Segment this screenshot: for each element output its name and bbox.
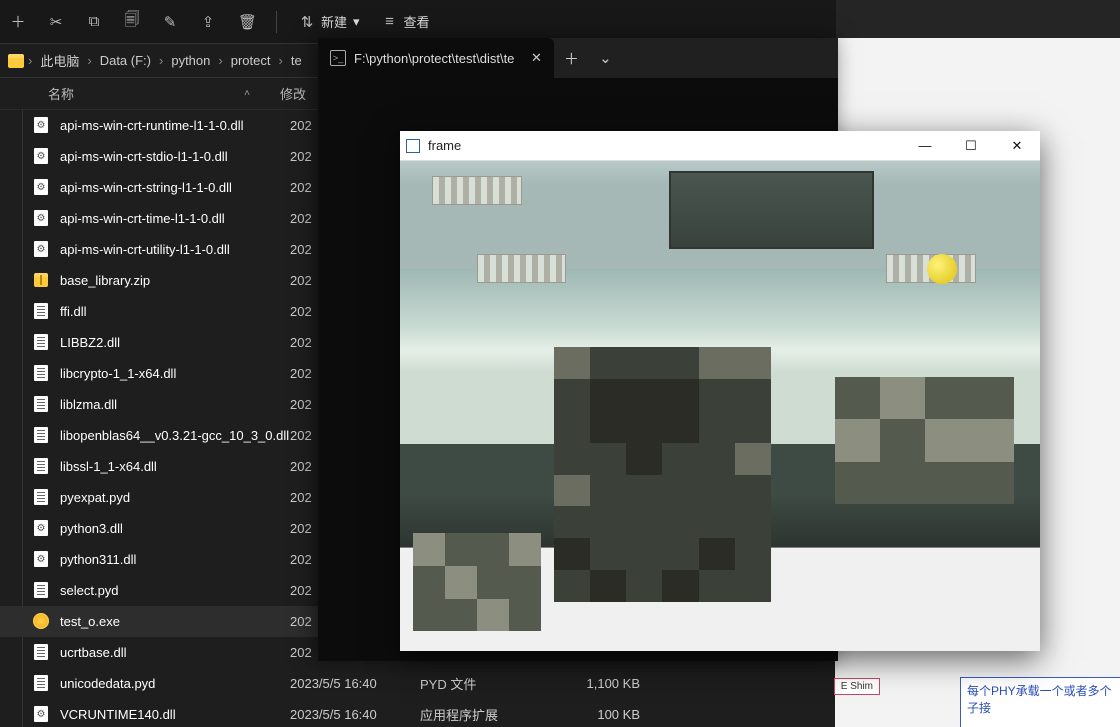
right-panel-dark (836, 0, 1120, 38)
toolbar-divider (276, 11, 277, 33)
dll-icon (32, 581, 50, 599)
desk-blob (835, 377, 1014, 504)
file-name: api-ms-win-crt-string-l1-1-0.dll (60, 180, 290, 195)
dll-icon (32, 643, 50, 661)
new-icon[interactable]: ＋ (10, 11, 26, 32)
file-date: 2023/5/5 16:40 (290, 676, 420, 691)
file-name: VCRUNTIME140.dll (60, 707, 290, 722)
cut-icon[interactable]: ✂ (48, 13, 64, 31)
crumb-1[interactable]: Data (F:) (96, 53, 155, 68)
sort-menu[interactable]: ⇅ 新建 ▾ (299, 12, 360, 31)
crumb-0[interactable]: 此电脑 (36, 51, 83, 70)
exe-icon (32, 612, 50, 630)
maximize-button[interactable]: ☐ (948, 131, 994, 161)
frame-app-icon (406, 139, 420, 153)
dll-icon (32, 395, 50, 413)
file-date: 2023/5/5 16:40 (290, 707, 420, 722)
frame-window: frame — ☐ ✕ (400, 131, 1040, 651)
dll-icon (32, 302, 50, 320)
minimize-button[interactable]: — (902, 131, 948, 161)
file-name: select.pyd (60, 583, 290, 598)
file-name: api-ms-win-crt-time-l1-1-0.dll (60, 211, 290, 226)
desk-blob (413, 533, 541, 631)
file-type: 应用程序扩展 (420, 705, 540, 724)
file-name: api-ms-win-crt-stdio-l1-1-0.dll (60, 149, 290, 164)
file-name: test_o.exe (60, 614, 290, 629)
gear-icon (32, 519, 50, 537)
gear-icon (32, 240, 50, 258)
terminal-icon: >_ (330, 50, 346, 66)
file-name: base_library.zip (60, 273, 290, 288)
gear-icon (32, 178, 50, 196)
crumb-2[interactable]: python (167, 53, 214, 68)
file-name: api-ms-win-crt-runtime-l1-1-0.dll (60, 118, 290, 133)
phy-note: 每个PHY承载一个或者多个子接 (960, 677, 1120, 727)
gear-icon (32, 116, 50, 134)
dll-icon (32, 426, 50, 444)
file-size: 100 KB (540, 707, 640, 722)
dll-icon (32, 364, 50, 382)
ceiling-vent (669, 171, 874, 249)
dll-icon (32, 674, 50, 692)
file-size: 1,100 KB (540, 676, 640, 691)
folder-icon (8, 54, 24, 68)
frame-title: frame (428, 138, 902, 153)
light-fixture (477, 254, 567, 283)
terminal-tab-title: F:\python\protect\test\dist\te (354, 51, 514, 66)
tab-dropdown-button[interactable]: ⌄ (588, 49, 622, 67)
shim-badge: E Shim (834, 678, 880, 695)
tab-close-button[interactable]: ✕ (522, 50, 550, 66)
pixelated-figure (554, 347, 772, 602)
file-name: liblzma.dll (60, 397, 290, 412)
file-name: unicodedata.pyd (60, 676, 290, 691)
copy-icon[interactable]: ⧉ (86, 13, 102, 30)
rename-icon[interactable]: ✎ (162, 13, 178, 31)
frame-titlebar: frame — ☐ ✕ (400, 131, 1040, 161)
file-name: pyexpat.pyd (60, 490, 290, 505)
file-name: libopenblas64__v0.3.21-gcc_10_3_0.dll (60, 428, 290, 443)
file-name: ucrtbase.dll (60, 645, 290, 660)
dll-icon (32, 488, 50, 506)
light-fixture (432, 176, 522, 205)
file-type: PYD 文件 (420, 674, 540, 693)
gear-icon (32, 209, 50, 227)
sort-arrow-icon: ˄ (244, 88, 250, 99)
gear-icon (32, 147, 50, 165)
view-menu[interactable]: ≡ 查看 (382, 12, 430, 31)
close-button[interactable]: ✕ (994, 131, 1040, 161)
file-name: python311.dll (60, 552, 290, 567)
crumb-3[interactable]: protect (227, 53, 275, 68)
view-label: 查看 (404, 12, 430, 31)
gear-icon (32, 705, 50, 723)
terminal-tab[interactable]: >_ F:\python\protect\test\dist\te ✕ (318, 38, 554, 78)
new-tab-button[interactable]: ＋ (554, 48, 588, 69)
dll-icon (32, 333, 50, 351)
file-name: libssl-1_1-x64.dll (60, 459, 290, 474)
share-icon[interactable]: ⇪ (200, 13, 216, 31)
yellow-orb (927, 254, 957, 284)
gear-icon (32, 550, 50, 568)
dll-icon (32, 457, 50, 475)
file-name: libcrypto-1_1-x64.dll (60, 366, 290, 381)
delete-icon[interactable]: 🗑 (238, 13, 254, 31)
zip-icon (32, 271, 50, 289)
file-name: ffi.dll (60, 304, 290, 319)
file-name: LIBBZ2.dll (60, 335, 290, 350)
file-name: python3.dll (60, 521, 290, 536)
col-name[interactable]: 名称 ˄ (0, 84, 280, 103)
terminal-actions: ＋ ⌄ (554, 38, 622, 78)
frame-content (400, 161, 1040, 651)
terminal-titlebar: >_ F:\python\protect\test\dist\te ✕ ＋ ⌄ (318, 38, 838, 78)
file-name: api-ms-win-crt-utility-l1-1-0.dll (60, 242, 290, 257)
new-label: 新建 (321, 12, 347, 31)
crumb-4[interactable]: te (287, 53, 306, 68)
paste-icon[interactable]: 🗐 (124, 9, 140, 34)
